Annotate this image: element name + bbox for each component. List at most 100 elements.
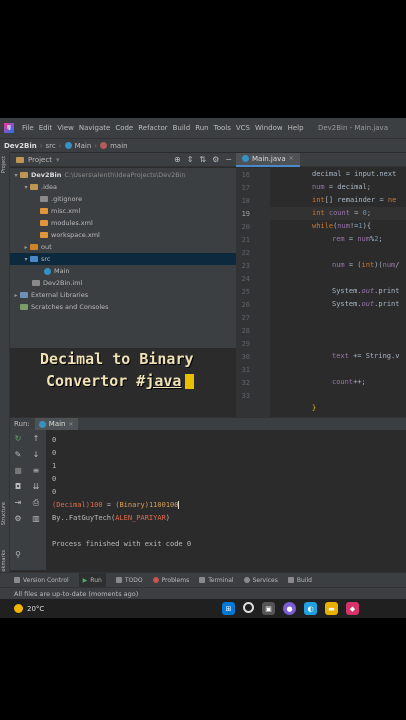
arrow-down-icon[interactable]: ↓ (30, 450, 42, 459)
line-number: 30 (241, 353, 250, 361)
tab-run[interactable]: ▶ Run (78, 572, 106, 588)
task-view-icon[interactable]: ▣ (262, 602, 275, 615)
collapse-all-icon[interactable]: ⇅ (199, 155, 206, 164)
menu-view[interactable]: View (57, 124, 74, 132)
print-icon[interactable]: ⎙ (30, 498, 42, 508)
expand-all-icon[interactable]: ⇕ (187, 155, 194, 164)
tree-item-out[interactable]: ▸ out (10, 241, 236, 253)
temperature: 20°C (27, 604, 45, 613)
tree-label: modules.xml (51, 219, 93, 227)
chevron-right-icon: › (39, 141, 43, 150)
chevron-down-icon[interactable]: ▾ (56, 156, 60, 164)
menu-file[interactable]: File (22, 124, 34, 132)
tree-item-src[interactable]: ▾ src (10, 253, 236, 265)
chevron-down-icon[interactable]: ▾ (12, 172, 20, 179)
scroll-to-end-icon[interactable]: ⇊ (30, 482, 42, 491)
tab-problems[interactable]: Problems (152, 577, 189, 584)
console-output[interactable]: 0 0 1 0 0 (Decimal)100 = (Binary)1100100… (46, 430, 406, 570)
stop-icon[interactable]: ■ (12, 466, 24, 475)
method-icon (100, 142, 108, 149)
menu-refactor[interactable]: Refactor (138, 124, 167, 132)
windows-start-icon[interactable]: ⊞ (222, 602, 235, 615)
menu-build[interactable]: Build (173, 124, 191, 132)
menu-run[interactable]: Run (195, 124, 208, 132)
run-tab-main[interactable]: Main × (34, 417, 78, 431)
tab-build[interactable]: Build (287, 577, 312, 584)
weather-widget[interactable]: 20°C (14, 604, 44, 613)
chevron-right-icon[interactable]: ▸ (22, 244, 30, 251)
breadcrumb-project[interactable]: Dev2Bin (4, 142, 37, 150)
code-line: System.out.print (332, 287, 400, 295)
tree-item-external-libraries[interactable]: ▸ External Libraries (10, 289, 236, 301)
windows-taskbar: 20°C ⊞ ▣ ● ◐ ▬ ◆ (0, 599, 406, 618)
tree-label: External Libraries (31, 291, 89, 299)
gear-icon[interactable]: ⚙ (212, 155, 219, 164)
chevron-right-icon[interactable]: ▸ (12, 292, 20, 299)
menu-navigate[interactable]: Navigate (79, 124, 110, 132)
menu-tools[interactable]: Tools (214, 124, 231, 132)
tree-item-dev2bin[interactable]: ▾ Dev2Bin C:\Users\alenth\IdeaProjects\D… (10, 169, 236, 181)
soft-wrap-icon[interactable]: ≡ (30, 466, 42, 475)
tree-item-workspace-xml[interactable]: workspace.xml (10, 229, 236, 241)
line-number: 31 (241, 366, 250, 374)
sun-icon (14, 604, 23, 613)
output-line: 0 (52, 488, 57, 496)
breadcrumb-class[interactable]: Main (75, 142, 92, 150)
breadcrumb-method[interactable]: main (110, 142, 128, 150)
tree-item-iml[interactable]: Dev2Bin.iml (10, 277, 236, 289)
run-toolbar: ↻ ↑ ✎ ↓ ■ ≡ ◘ ⇊ ⇥ ⎙ ⚙ ▥ ⚲ (10, 430, 46, 570)
search-icon[interactable] (243, 602, 254, 613)
tree-item-main[interactable]: Main (10, 265, 236, 277)
pin-icon[interactable]: ⚲ (12, 550, 24, 559)
close-icon[interactable]: × (69, 421, 74, 428)
tree-item-gitignore[interactable]: .gitignore (10, 193, 236, 205)
structure-tool-tab[interactable]: Structure (1, 502, 7, 525)
chevron-down-icon[interactable]: ▾ (22, 256, 30, 263)
project-view-selector[interactable]: Project (28, 156, 52, 164)
crosshair-icon[interactable]: ⊕ (174, 155, 181, 164)
project-tool-tab[interactable]: Project (1, 156, 7, 173)
tree-label: src (41, 255, 51, 263)
tab-services[interactable]: Services (243, 577, 278, 584)
class-icon (242, 155, 249, 162)
tab-todo[interactable]: TODO (115, 577, 143, 584)
chevron-down-icon[interactable]: ▾ (22, 184, 30, 191)
arrow-up-icon[interactable]: ↑ (30, 434, 42, 443)
tree-label: Dev2Bin (31, 171, 62, 179)
binary-value: 1100100 (148, 501, 179, 509)
folder-icon (30, 244, 38, 250)
letterbox-top (0, 0, 406, 118)
edge-icon[interactable]: ◐ (304, 602, 317, 615)
exit-icon[interactable]: ⇥ (12, 498, 24, 507)
wrench-icon[interactable]: ✎ (12, 450, 24, 459)
breadcrumb-src[interactable]: src (46, 142, 56, 150)
window-title: Dev2Bin - Main.java (317, 124, 388, 132)
hide-icon[interactable]: − (225, 155, 232, 164)
file-explorer-icon[interactable]: ▬ (325, 602, 338, 615)
tab-terminal[interactable]: Terminal (199, 577, 234, 584)
menu-code[interactable]: Code (115, 124, 133, 132)
camera-icon[interactable]: ◘ (12, 482, 24, 491)
class-icon (64, 142, 72, 149)
tree-item-modules-xml[interactable]: modules.xml (10, 217, 236, 229)
code-editor[interactable]: decimal = input.next num = decimal; int[… (270, 168, 406, 418)
tab-version-control[interactable]: Version Control (14, 577, 69, 584)
tree-item-scratches[interactable]: Scratches and Consoles (10, 301, 236, 313)
chat-icon[interactable]: ● (283, 602, 296, 615)
editor-tab-bar: Main.java × (236, 152, 406, 167)
line-number: 29 (241, 340, 250, 348)
menu-help[interactable]: Help (288, 124, 304, 132)
menu-edit[interactable]: Edit (39, 124, 53, 132)
menu-vcs[interactable]: VCS (236, 124, 250, 132)
tree-item-idea[interactable]: ▾ .idea (10, 181, 236, 193)
menu-window[interactable]: Window (255, 124, 283, 132)
tab-main-java[interactable]: Main.java × (236, 152, 300, 167)
app-icon[interactable]: ◆ (346, 602, 359, 615)
trash-icon[interactable]: ▥ (30, 514, 42, 523)
project-tree: ▾ Dev2Bin C:\Users\alenth\IdeaProjects\D… (10, 168, 236, 348)
settings-icon[interactable]: ⚙ (12, 514, 24, 523)
tree-item-misc-xml[interactable]: misc.xml (10, 205, 236, 217)
folder-icon (30, 184, 38, 190)
rerun-icon[interactable]: ↻ (12, 434, 24, 443)
close-icon[interactable]: × (289, 155, 294, 162)
